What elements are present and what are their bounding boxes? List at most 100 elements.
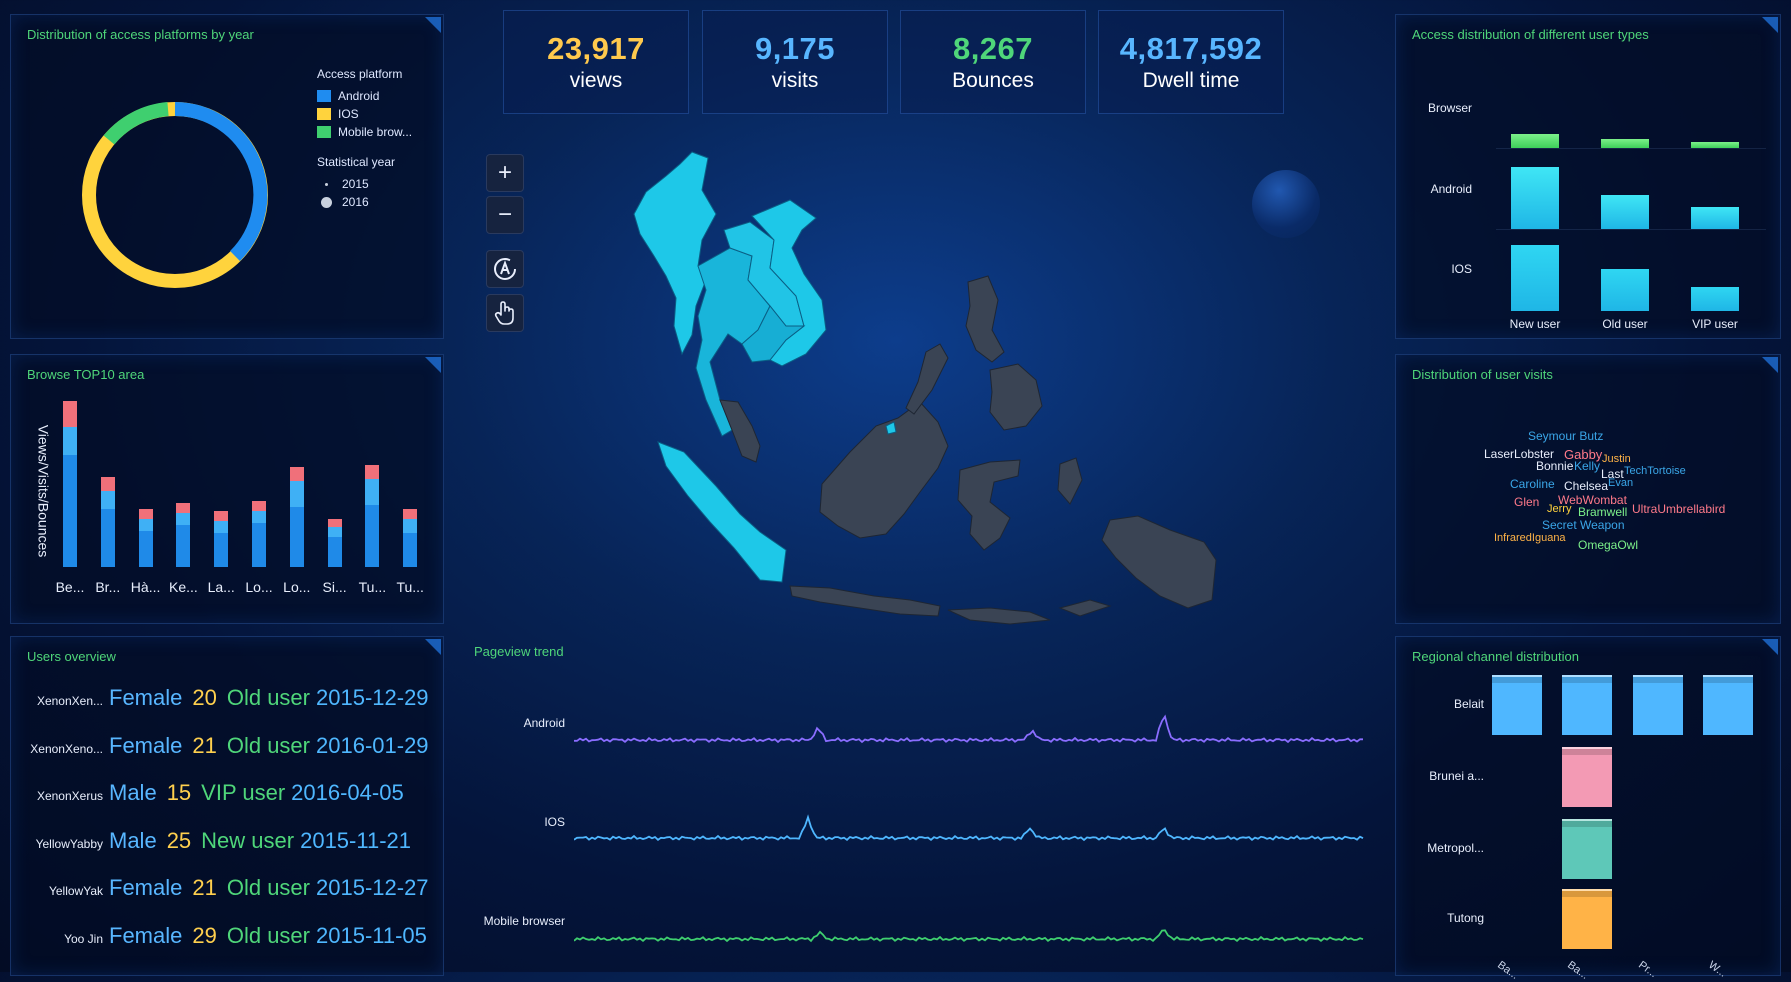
word-cloud-item[interactable]: Chelsea [1564,479,1608,493]
user-row[interactable]: XenonXeno... Female 21 Old user 2016-01-29 [11,733,431,773]
bar-views[interactable] [289,507,304,567]
bar-visits[interactable] [365,479,380,505]
region-lesser-sunda[interactable] [947,607,1051,625]
word-cloud-item[interactable]: Evan [1608,477,1633,489]
bar-views[interactable] [252,523,266,567]
bar-visits[interactable] [100,491,115,509]
region-sumatra[interactable] [657,441,787,583]
pan-tool-button[interactable] [486,294,524,332]
android-slice[interactable] [174,102,268,261]
regional-cell[interactable] [1703,675,1753,735]
mobile-browser-slice[interactable] [103,102,169,145]
word-cloud-item[interactable]: Glen [1514,495,1539,509]
word-cloud-item[interactable]: Bonnie [1536,459,1573,473]
bar-views[interactable] [214,533,229,567]
user-row[interactable]: XenonXerus Male 15 VIP user 2016-04-05 [11,780,431,820]
word-cloud-item[interactable]: Justin [1602,453,1631,465]
bar-views[interactable] [138,531,153,567]
word-cloud-item[interactable]: Bramwell [1578,505,1627,519]
usertype-bar[interactable] [1691,207,1739,229]
region-luzon[interactable] [965,275,1005,363]
bar-visits[interactable] [327,527,342,537]
word-cloud-item[interactable]: InfraredIguana [1494,532,1566,544]
top10-bar-group[interactable] [63,401,77,567]
bar-views[interactable] [176,525,191,567]
regional-cell[interactable] [1562,889,1612,949]
region-mindanao[interactable] [989,363,1043,431]
southeast-asia-map[interactable] [470,130,1240,640]
regional-cell[interactable] [1562,747,1612,807]
bar-visits[interactable] [63,427,77,455]
bar-bounces[interactable] [63,401,77,427]
word-cloud-item[interactable]: Jerry [1547,503,1571,515]
bar-bounces[interactable] [214,511,229,521]
legend-item-ios[interactable]: IOS [317,105,412,123]
top10-bar-group[interactable] [100,477,115,567]
bar-bounces[interactable] [138,509,153,519]
bar-visits[interactable] [252,511,266,523]
bar-bounces[interactable] [100,477,115,491]
top10-bar-group[interactable] [365,465,380,567]
legend-item-android[interactable]: Android [317,87,412,105]
user-row[interactable]: Yoo Jin Female 29 Old user 2015-11-05 [11,923,431,963]
usertype-bar[interactable] [1511,167,1559,229]
user-row[interactable]: YellowYabby Male 25 New user 2015-11-21 [11,828,431,868]
region-papua[interactable] [1101,515,1217,609]
bar-bounces[interactable] [252,501,266,511]
bar-bounces[interactable] [176,503,191,513]
reset-view-button[interactable] [486,250,524,288]
word-cloud-item[interactable]: Caroline [1510,477,1555,491]
top10-bar-group[interactable] [176,503,191,567]
trend-line-ios[interactable] [574,814,1364,842]
region-sulawesi[interactable] [957,459,1021,551]
regional-cell[interactable] [1562,675,1612,735]
regional-cell[interactable] [1492,675,1542,735]
usertype-bar[interactable] [1511,134,1559,148]
usertype-bar[interactable] [1601,269,1649,311]
bar-bounces[interactable] [403,509,418,519]
usertype-bar[interactable] [1691,287,1739,311]
word-cloud-item[interactable]: TechTortoise [1624,465,1686,477]
bar-views[interactable] [100,509,115,567]
regional-cell[interactable] [1633,675,1683,735]
top10-bar-group[interactable] [403,509,418,567]
usertype-bar[interactable] [1601,139,1649,148]
word-cloud-item[interactable]: UltraUmbrellabird [1632,502,1725,516]
region-palawan[interactable] [905,343,949,415]
word-cloud-item[interactable]: Kelly [1574,459,1600,473]
usertype-bar[interactable] [1601,195,1649,229]
regional-cell[interactable] [1562,819,1612,879]
bar-bounces[interactable] [289,467,304,481]
user-row[interactable]: YellowYak Female 21 Old user 2015-12-27 [11,875,431,915]
bar-visits[interactable] [403,519,418,533]
word-cloud-item[interactable]: Seymour Butz [1528,429,1603,443]
region-timor[interactable] [1058,599,1112,617]
year-item-2015[interactable]: 2015 [317,175,412,193]
bar-bounces[interactable] [365,465,380,479]
legend-item-mobile-browser[interactable]: Mobile brow... [317,123,412,141]
bar-views[interactable] [327,537,342,567]
zoom-in-button[interactable]: + [486,154,524,192]
trend-line-android[interactable] [574,714,1363,744]
top10-bar-group[interactable] [252,501,266,567]
bar-views[interactable] [365,505,380,567]
word-cloud-item[interactable]: OmegaOwl [1578,538,1638,552]
zoom-out-button[interactable]: − [486,196,524,234]
bar-visits[interactable] [138,519,153,531]
top10-bar-group[interactable] [327,519,342,567]
region-maluku[interactable] [1057,457,1083,505]
user-row[interactable]: XenonXen... Female 20 Old user 2015-12-29 [11,685,431,725]
year-item-2016[interactable]: 2016 [317,193,412,211]
trend-line-mobile-browser[interactable] [574,929,1364,943]
bar-bounces[interactable] [327,519,342,527]
bar-visits[interactable] [176,513,191,525]
region-borneo[interactable] [819,401,949,539]
top10-bar-group[interactable] [289,467,304,567]
word-cloud-item[interactable]: Secret Weapon [1542,518,1625,532]
region-java[interactable] [789,585,941,617]
top10-bar-group[interactable] [214,511,229,567]
top10-bar-group[interactable] [138,509,153,567]
bar-views[interactable] [403,533,418,567]
usertype-bar[interactable] [1511,245,1559,311]
bar-visits[interactable] [289,481,304,507]
